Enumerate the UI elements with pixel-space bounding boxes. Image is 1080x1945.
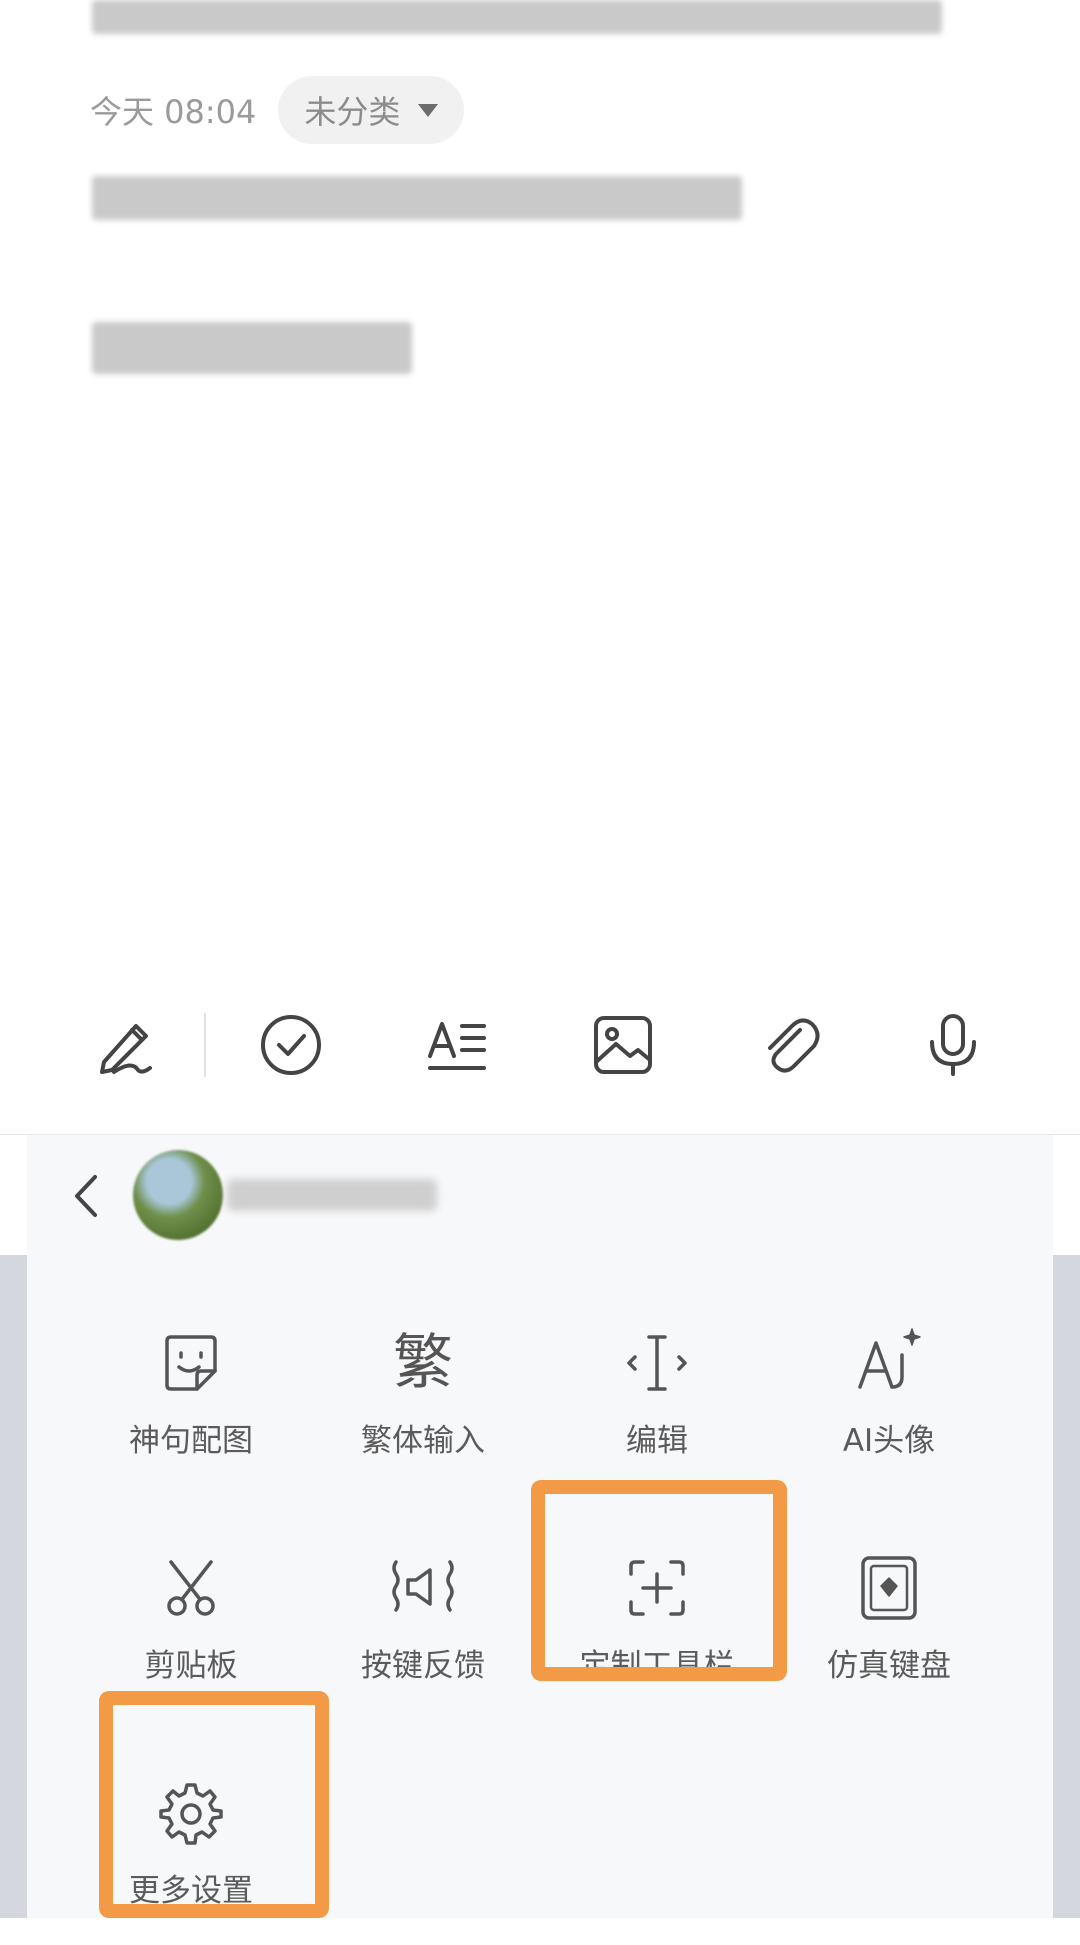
attachment-button[interactable] bbox=[744, 975, 834, 1115]
note-meta: 今天 08:04 未分类 bbox=[90, 76, 465, 144]
text-cursor-icon bbox=[627, 1335, 687, 1391]
tool-label: 神句配图 bbox=[129, 1423, 253, 1459]
checklist-icon bbox=[261, 1015, 321, 1075]
checklist-button[interactable] bbox=[246, 975, 336, 1115]
microphone-icon bbox=[930, 1014, 976, 1076]
handwriting-button[interactable] bbox=[80, 975, 170, 1115]
tool-label: 编辑 bbox=[626, 1423, 688, 1459]
tool-item-key-feedback[interactable]: 按键反馈 bbox=[307, 1520, 539, 1720]
traditional-char-icon: 繁 bbox=[393, 1328, 453, 1398]
input-method-tools-panel: 神句配图 繁 繁体输入 编辑 AI头像 剪贴板 按键反馈 定制工具栏 仿真键盘 … bbox=[27, 1135, 1053, 1918]
back-button[interactable] bbox=[57, 1161, 117, 1231]
tool-item-ai-avatar[interactable]: AI头像 bbox=[773, 1295, 1005, 1495]
ai-avatar-icon bbox=[858, 1328, 921, 1389]
category-label: 未分类 bbox=[304, 93, 401, 131]
username-blurred bbox=[227, 1179, 437, 1211]
note-body-line-2-blurred bbox=[92, 322, 412, 374]
tool-label: 按键反馈 bbox=[361, 1648, 485, 1684]
tool-label: 繁体输入 bbox=[361, 1423, 485, 1459]
category-selector[interactable]: 未分类 bbox=[278, 76, 465, 144]
chevron-left-icon bbox=[75, 1175, 97, 1217]
tool-item-simulated-keyboard[interactable]: 仿真键盘 bbox=[773, 1520, 1005, 1720]
tool-label: AI头像 bbox=[842, 1423, 936, 1459]
tool-label: 仿真键盘 bbox=[827, 1648, 951, 1684]
avatar[interactable] bbox=[133, 1150, 223, 1240]
toolbar-divider bbox=[204, 1013, 206, 1077]
tool-item-edit[interactable]: 编辑 bbox=[541, 1295, 773, 1495]
note-body-line-1-blurred bbox=[92, 176, 742, 220]
note-title-blurred bbox=[92, 0, 942, 34]
note-date: 今天 08:04 bbox=[90, 93, 257, 131]
highlight-customize-toolbar bbox=[531, 1480, 787, 1681]
handwriting-pen-icon bbox=[100, 1024, 152, 1074]
insert-image-button[interactable] bbox=[578, 975, 668, 1115]
tool-item-traditional-input[interactable]: 繁 繁体输入 bbox=[307, 1295, 539, 1495]
image-icon bbox=[594, 1016, 652, 1074]
simulated-keyboard-icon bbox=[861, 1556, 917, 1620]
highlight-more-settings bbox=[99, 1691, 329, 1918]
text-format-icon bbox=[428, 1022, 486, 1070]
key-feedback-icon bbox=[392, 1560, 454, 1612]
text-format-button[interactable] bbox=[412, 975, 502, 1115]
tool-item-meme-images[interactable]: 神句配图 bbox=[75, 1295, 307, 1495]
sticker-face-icon bbox=[165, 1335, 217, 1391]
tool-item-clipboard[interactable]: 剪贴板 bbox=[75, 1520, 307, 1720]
chevron-down-icon bbox=[418, 103, 439, 117]
voice-input-button[interactable] bbox=[908, 975, 998, 1115]
attachment-icon bbox=[768, 1018, 820, 1073]
panel-header bbox=[27, 1135, 1053, 1255]
tool-label: 剪贴板 bbox=[144, 1648, 238, 1684]
scissors-icon bbox=[167, 1560, 215, 1616]
